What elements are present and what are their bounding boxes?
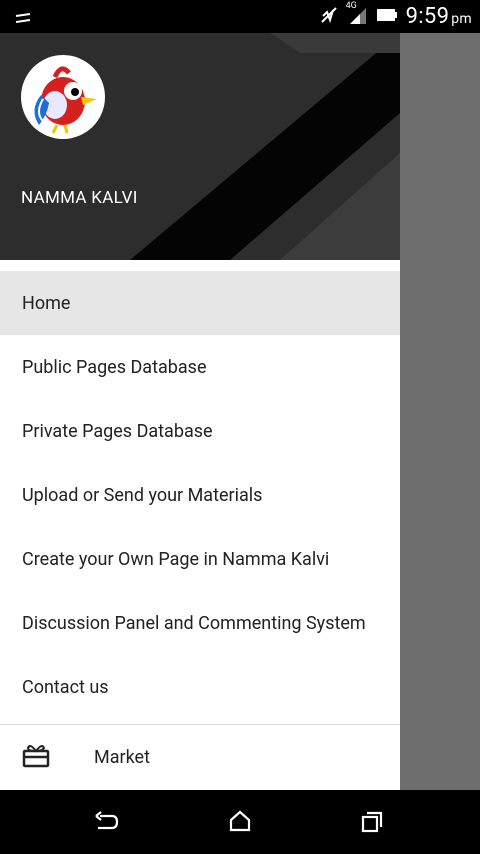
menu-item-label: Public Pages Database (22, 356, 207, 378)
battery-icon (376, 7, 398, 26)
menu-item-public-pages-database[interactable]: Public Pages Database (0, 335, 400, 399)
clock-ampm: pm (451, 11, 472, 27)
clock-time: 9:59 (405, 4, 450, 29)
bird-logo-icon (34, 66, 97, 134)
menu-item-label: Market (94, 746, 150, 768)
navigation-drawer: NAMMA KALVI Home Public Pages Database P… (0, 33, 400, 790)
menu-item-contact-us[interactable]: Contact us (0, 655, 400, 719)
drawer-scrim[interactable] (400, 33, 480, 790)
drawer-menu: Home Public Pages Database Private Pages… (0, 271, 400, 789)
app-logo (21, 55, 105, 139)
signal-icon: 4G (345, 0, 368, 30)
back-icon[interactable] (94, 810, 120, 836)
menu-item-label: Contact us (22, 676, 109, 698)
mute-icon (320, 6, 338, 28)
system-nav-bar (0, 790, 480, 854)
menu-item-home[interactable]: Home (0, 271, 400, 335)
menu-item-label: Create your Own Page in Namma Kalvi (22, 548, 330, 570)
menu-item-discussion-panel[interactable]: Discussion Panel and Commenting System (0, 591, 400, 655)
menu-item-market[interactable]: Market (0, 725, 400, 789)
menu-item-create-own-page[interactable]: Create your Own Page in Namma Kalvi (0, 527, 400, 591)
home-icon[interactable] (227, 810, 253, 836)
menu-item-label: Private Pages Database (22, 420, 213, 442)
menu-item-private-pages-database[interactable]: Private Pages Database (0, 399, 400, 463)
menu-item-label: Home (22, 292, 71, 314)
gift-card-icon (22, 742, 50, 773)
drawer-header: NAMMA KALVI (0, 33, 400, 260)
menu-item-upload-materials[interactable]: Upload or Send your Materials (0, 463, 400, 527)
clock: 9:59 pm (406, 4, 472, 29)
menu-item-label: Discussion Panel and Commenting System (22, 612, 366, 634)
notification-icon (14, 10, 32, 29)
network-type-label: 4G (345, 0, 357, 11)
status-bar: 4G 9:59 pm (0, 0, 480, 33)
recents-icon[interactable] (360, 810, 384, 838)
menu-item-label: Upload or Send your Materials (22, 484, 263, 506)
app-name: NAMMA KALVI (21, 188, 138, 208)
